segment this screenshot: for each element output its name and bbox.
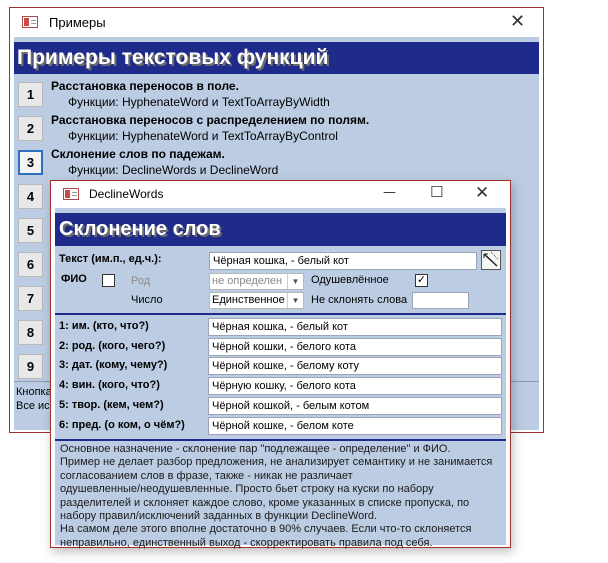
chevron-down-icon: ▼ bbox=[287, 293, 303, 308]
example-1-functions: Функции: HyphenateWord и TextToArrayByWi… bbox=[68, 95, 330, 109]
case-value-genitive[interactable]: Чёрной кошки, - белого кота bbox=[208, 338, 502, 356]
example-3-title: Склонение слов по падежам. bbox=[51, 147, 225, 161]
description-line: неправильно, единственный выход - скорре… bbox=[60, 536, 433, 549]
example-button-8[interactable]: 8 bbox=[18, 320, 43, 345]
case-value-accusative[interactable]: Чёрную кошку, - белого кота bbox=[208, 377, 502, 395]
no-decline-label: Не склонять слова bbox=[311, 294, 408, 306]
case-value-dative[interactable]: Чёрной кошке, - белому коту bbox=[208, 357, 502, 375]
chevron-down-icon: ▼ bbox=[287, 274, 303, 289]
example-button-1[interactable]: 1 bbox=[18, 82, 43, 107]
declinewords-window: DeclineWords — ☐ ✕ Склонение слов Текст … bbox=[50, 180, 511, 549]
access-form-icon bbox=[22, 16, 38, 28]
text-input[interactable]: Чёрная кошка, - белый кот bbox=[209, 252, 477, 270]
fio-label: ФИО bbox=[61, 273, 87, 285]
case-label-prepositional: 6: пред. (о ком, о чём?) bbox=[59, 419, 185, 431]
gender-select[interactable]: не определен ▼ bbox=[209, 273, 304, 290]
example-2-functions: Функции: HyphenateWord и TextToArrayByCo… bbox=[68, 129, 338, 143]
minimize-icon[interactable]: — bbox=[383, 185, 396, 200]
example-button-9[interactable]: 9 bbox=[18, 354, 43, 379]
text-label: Текст (им.п., ед.ч.): bbox=[59, 253, 162, 265]
number-select-value: Единственное bbox=[212, 294, 285, 306]
animate-checkbox[interactable]: ✓ bbox=[415, 274, 428, 287]
gender-label: Род bbox=[131, 275, 151, 287]
example-button-3[interactable]: 3 bbox=[18, 150, 43, 175]
case-label-nominative: 1: им. (кто, что?) bbox=[59, 320, 149, 332]
description-line: набору правил/исключений заданных в функ… bbox=[60, 510, 378, 523]
window-title: DeclineWords bbox=[89, 187, 164, 201]
example-button-6[interactable]: 6 bbox=[18, 252, 43, 277]
declinewords-form: Склонение слов Текст (им.п., ед.ч.): Чёр… bbox=[55, 208, 506, 549]
example-button-4[interactable]: 4 bbox=[18, 184, 43, 209]
window-title: Примеры bbox=[49, 15, 106, 30]
description-line: согласованием слов в фразе, также - ника… bbox=[60, 469, 353, 482]
example-button-2[interactable]: 2 bbox=[18, 116, 43, 141]
description-text: Основное назначение - склонение пар "под… bbox=[60, 443, 504, 550]
example-button-7[interactable]: 7 bbox=[18, 286, 43, 311]
case-value-nominative[interactable]: Чёрная кошка, - белый кот bbox=[208, 318, 502, 336]
section-separator bbox=[55, 313, 506, 315]
footer-line-2: Все ис bbox=[16, 400, 50, 412]
case-label-genitive: 2: род. (кого, чего?) bbox=[59, 340, 166, 352]
example-2-title: Расстановка переносов с распределением п… bbox=[51, 113, 370, 127]
brush-icon bbox=[483, 251, 499, 267]
description-line: одушевленные/неодушевленные. Просто бьет… bbox=[60, 483, 434, 496]
case-label-accusative: 4: вин. (кого, что?) bbox=[59, 379, 160, 391]
access-form-icon bbox=[63, 188, 79, 200]
description-line: Основное назначение - склонение пар "под… bbox=[60, 443, 451, 455]
footer-line-1: Кнопка bbox=[16, 386, 52, 398]
number-label: Число bbox=[131, 294, 163, 306]
form-header: Склонение слов bbox=[55, 213, 506, 246]
case-value-prepositional[interactable]: Чёрной кошке, - белом коте bbox=[208, 417, 502, 435]
case-value-instrumental[interactable]: Чёрной кошкой, - белым котом bbox=[208, 397, 502, 415]
number-select[interactable]: Единственное ▼ bbox=[209, 292, 304, 309]
case-label-dative: 3: дат. (кому, чему?) bbox=[59, 359, 168, 371]
fio-checkbox[interactable] bbox=[102, 274, 115, 287]
description-line: Пример не делает разбор предложения, не … bbox=[60, 456, 493, 469]
maximize-icon[interactable]: ☐ bbox=[430, 183, 443, 201]
example-3-functions: Функции: DeclineWords и DeclineWord bbox=[68, 163, 279, 177]
description-line: разделителей и склоняет каждое слово, кр… bbox=[60, 496, 470, 509]
decline-button[interactable] bbox=[481, 250, 501, 270]
examples-titlebar[interactable]: Примеры ✕ bbox=[10, 8, 543, 37]
case-label-instrumental: 5: твор. (кем, чем?) bbox=[59, 399, 164, 411]
gender-select-value: не определен bbox=[212, 275, 283, 287]
animate-label: Одушевлённое bbox=[311, 274, 389, 286]
example-button-5[interactable]: 5 bbox=[18, 218, 43, 243]
close-icon[interactable]: ✕ bbox=[510, 11, 525, 32]
section-separator bbox=[55, 439, 506, 441]
close-icon[interactable]: ✕ bbox=[475, 183, 489, 203]
form-header: Примеры текстовых функций bbox=[14, 42, 539, 74]
declinewords-titlebar[interactable]: DeclineWords — ☐ ✕ bbox=[51, 181, 510, 208]
description-line: На самом деле этого вполне достаточно в … bbox=[60, 523, 472, 536]
example-1-title: Расстановка переносов в поле. bbox=[51, 79, 239, 93]
no-decline-input[interactable] bbox=[412, 292, 469, 309]
